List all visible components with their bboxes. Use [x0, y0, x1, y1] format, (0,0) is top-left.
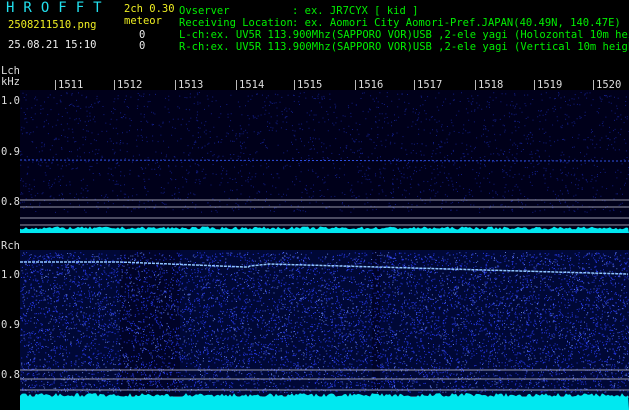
lch-tick-0-9: 0.9: [1, 146, 20, 158]
rch-tick-0-8: 0.8: [1, 369, 20, 381]
time-tick-mark: [414, 80, 415, 90]
time-tick-mark: [114, 80, 115, 90]
rch-baseline: [20, 393, 629, 410]
time-tick-label: 1512: [117, 79, 143, 91]
lch-tick-0-8: 0.8: [1, 196, 20, 208]
rch-label: Rch: [1, 240, 20, 252]
rch-tick-0-9: 0.9: [1, 319, 20, 331]
time-tick-label: 1515: [297, 79, 323, 91]
time-tick-mark: [236, 80, 237, 90]
rch-dark-band: [120, 250, 180, 400]
time-tick-label: 1520: [596, 79, 622, 91]
time-tick-label: 1511: [58, 79, 84, 91]
time-tick-mark: [355, 80, 356, 90]
time-tick-label: 1517: [417, 79, 443, 91]
time-tick-mark: [294, 80, 295, 90]
rch-panel: [20, 250, 629, 410]
time-tick-mark: [175, 80, 176, 90]
time-tick-mark: [534, 80, 535, 90]
hrofft-window: HROFFT 2ch 0.30 meteor 2508211510.png 25…: [0, 0, 629, 410]
spectrogram-canvas: [19, 90, 629, 410]
time-tick-label: 1516: [358, 79, 384, 91]
time-tick-label: 1513: [178, 79, 204, 91]
lch-unit-label: kHz: [1, 76, 20, 88]
time-tick-label: 1514: [239, 79, 265, 91]
lch-tick-1-0: 1.0: [1, 95, 20, 107]
time-tick-label: 1519: [537, 79, 563, 91]
time-tick-mark: [475, 80, 476, 90]
time-tick-mark: [55, 80, 56, 90]
time-tick-mark: [593, 80, 594, 90]
rch-tick-1-0: 1.0: [1, 269, 20, 281]
time-tick-label: 1518: [478, 79, 504, 91]
